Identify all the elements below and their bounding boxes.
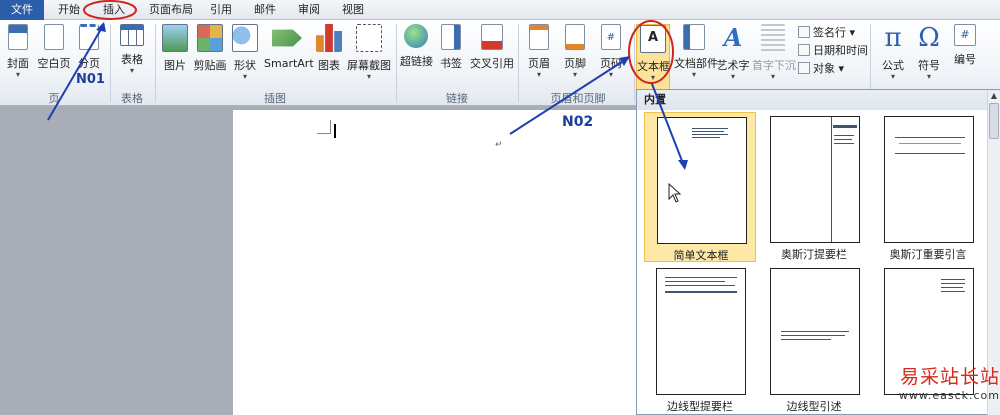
group-label-illustrations: 插图 (264, 92, 286, 105)
screenshot-button[interactable]: 屏幕截图 ▾ (346, 24, 392, 88)
page-break-icon (79, 24, 99, 50)
group-divider (518, 24, 519, 102)
header-icon (529, 24, 549, 50)
date-time-button[interactable]: 日期和时间 (798, 42, 868, 59)
bookmark-button[interactable]: 书签 (436, 24, 466, 88)
header-button[interactable]: 页眉 ▾ (524, 24, 554, 88)
document-page[interactable]: ↵ (233, 110, 637, 415)
paragraph-mark: ↵ (495, 140, 503, 150)
table-button[interactable]: 表格 ▾ (116, 24, 148, 88)
scroll-up-arrow-icon[interactable]: ▲ (988, 90, 1000, 102)
smartart-button[interactable]: SmartArt (264, 24, 314, 88)
equation-button[interactable]: π 公式 ▾ (876, 24, 910, 88)
calendar-icon (798, 44, 810, 56)
group-label-header-footer: 页眉和页脚 (550, 92, 606, 105)
numbering-icon: # (954, 24, 976, 46)
thumbnail-page (657, 117, 747, 244)
group-divider (155, 24, 156, 102)
globe-link-icon (404, 24, 428, 48)
ribbon-tab-bar: 文件 开始 插入 页面布局 引用 邮件 审阅 视图 (0, 0, 1000, 20)
signature-line-icon (798, 26, 810, 38)
tab-insert[interactable]: 插入 (94, 0, 134, 20)
gallery-item-austin-sidebar[interactable]: 奥斯汀提要栏 (758, 112, 870, 262)
footer-icon (565, 24, 585, 50)
group-divider (110, 24, 111, 102)
numbering-button[interactable]: # 编号 (948, 24, 982, 88)
chart-button[interactable]: 图表 (314, 24, 344, 88)
table-icon (120, 24, 144, 46)
drop-cap-icon (761, 24, 785, 52)
blank-page-button[interactable]: 空白页 (36, 24, 72, 88)
text-cursor (334, 124, 336, 138)
text-box-button[interactable]: A 文本框 ▾ (636, 24, 670, 90)
hyperlink-button[interactable]: 超链接 (400, 24, 433, 88)
tab-home[interactable]: 开始 (50, 0, 88, 20)
object-button[interactable]: 对象 ▾ (798, 60, 844, 77)
quick-parts-icon (683, 24, 705, 50)
object-icon (798, 62, 810, 74)
tab-review[interactable]: 审阅 (292, 0, 326, 20)
drop-cap-button[interactable]: 首字下沉 ▾ (752, 24, 796, 88)
scrollbar-thumb[interactable] (989, 103, 999, 139)
picture-button[interactable]: 图片 (160, 24, 190, 88)
group-label-links: 链接 (446, 92, 468, 105)
margin-corner-mark (317, 120, 331, 134)
omega-icon: Ω (918, 23, 940, 53)
wordart-button[interactable]: A 艺术字 ▾ (716, 24, 750, 88)
cross-reference-button[interactable]: 交叉引用 (470, 24, 514, 88)
group-divider (396, 24, 397, 102)
tab-mailings[interactable]: 邮件 (248, 0, 282, 20)
page-number-icon: # (601, 24, 621, 50)
thumbnail-page (884, 116, 974, 243)
shapes-button[interactable]: 形状 ▾ (230, 24, 260, 88)
tab-references[interactable]: 引用 (204, 0, 238, 20)
thumbnail-page (656, 268, 746, 395)
screenshot-icon (356, 24, 382, 52)
pi-icon: π (884, 23, 902, 53)
gallery-item-austin-pull-quote[interactable]: 奥斯汀重要引言 (872, 112, 984, 262)
text-box-icon: A (640, 25, 666, 53)
symbol-button[interactable]: Ω 符号 ▾ (912, 24, 946, 88)
footer-button[interactable]: 页脚 ▾ (560, 24, 590, 88)
gallery-item-border-quote[interactable]: 边线型引述 (758, 264, 870, 414)
bookmark-icon (441, 24, 461, 50)
site-watermark: 易采站长站 www.easck.com (898, 366, 1000, 402)
blank-page-icon (44, 24, 64, 50)
mouse-pointer-icon (668, 183, 682, 203)
wordart-icon: A (723, 23, 743, 52)
gallery-section-header: 内置 (637, 90, 987, 110)
picture-icon (162, 24, 188, 52)
thumbnail-page (770, 268, 860, 395)
cross-reference-icon (481, 24, 503, 50)
smartart-icon (272, 29, 302, 47)
cover-page-button[interactable]: 封面 ▾ (4, 24, 32, 88)
tab-file[interactable]: 文件 (0, 0, 44, 20)
tab-view[interactable]: 视图 (336, 0, 370, 20)
clip-art-button[interactable]: 剪贴画 (192, 24, 228, 88)
page-number-button[interactable]: # 页码 ▾ (596, 24, 626, 88)
chart-icon (316, 24, 342, 52)
annotation-no1: N01 (76, 72, 105, 87)
gallery-item-border-sidebar[interactable]: 边线型提要栏 (644, 264, 756, 414)
clip-art-icon (197, 24, 223, 52)
group-divider (634, 24, 635, 102)
tab-page-layout[interactable]: 页面布局 (142, 0, 200, 20)
quick-parts-button[interactable]: 文档部件 ▾ (674, 24, 718, 88)
annotation-no2: N02 (562, 114, 594, 130)
group-label-pages: 页 (48, 92, 60, 105)
thumbnail-page (770, 116, 860, 243)
shapes-icon (232, 24, 258, 52)
gallery-item-simple-text-box[interactable]: 简单文本框 (644, 112, 756, 262)
cover-page-icon (8, 24, 28, 50)
signature-line-button[interactable]: 签名行 ▾ (798, 24, 855, 41)
group-label-tables: 表格 (121, 92, 143, 105)
